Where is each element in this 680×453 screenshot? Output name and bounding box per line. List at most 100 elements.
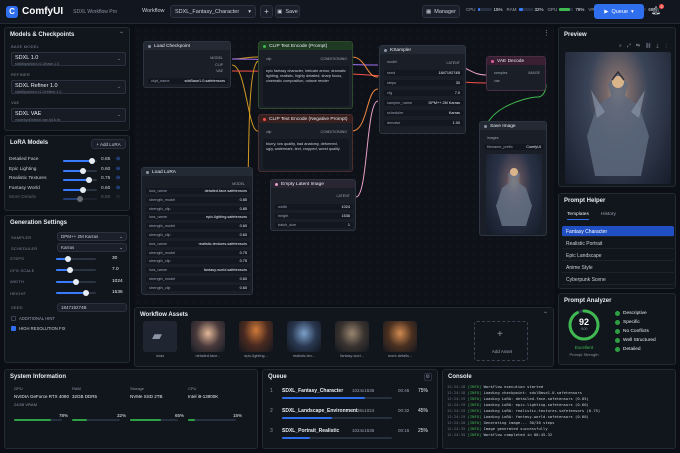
latent-widget-height[interactable]: height 1536 xyxy=(275,213,353,219)
gen-width-slider[interactable] xyxy=(56,278,96,285)
sampler-select[interactable]: DPM++ 2M Karras ⌄ xyxy=(57,232,127,241)
scheduler-select[interactable]: Karras ⌄ xyxy=(57,243,127,252)
slider-thumb[interactable] xyxy=(77,196,83,202)
lora-strength-slider[interactable] xyxy=(63,158,97,164)
asset-thumbnail[interactable] xyxy=(383,321,417,352)
slider-thumb[interactable] xyxy=(80,186,87,193)
compare-icon[interactable]: ⇆ xyxy=(636,43,640,49)
base-model-select[interactable]: SDXL 1.0 stabilityai/sdxl-v1-0/base-1.0 … xyxy=(11,52,126,66)
notifications-button[interactable]: 🔔︎ 2 xyxy=(651,4,665,18)
refiner-select[interactable]: SDXL Refiner 1.0 stabilityai/sdxl-v1-0/r… xyxy=(11,80,126,94)
collapse-icon[interactable]: ⌃ xyxy=(119,31,124,38)
queue-button[interactable]: ▶ Queue ▾ xyxy=(594,4,644,19)
expand-icon[interactable]: ⤢ xyxy=(627,43,631,49)
queue-settings-icon[interactable]: ⚙ xyxy=(423,373,432,381)
template-item[interactable]: Cyberpunk Scene xyxy=(562,274,674,285)
asset-thumbnail[interactable] xyxy=(335,321,369,352)
node-ksampler[interactable]: KSampler LATENT model seed 184719274B steps… xyxy=(379,45,466,134)
ksampler-widget-steps[interactable]: steps 30 xyxy=(384,80,463,86)
slider-thumb[interactable] xyxy=(83,290,89,296)
node-clip-negative[interactable]: CLIP Text Encode (Negative Prompt) clip … xyxy=(258,114,353,172)
template-item[interactable]: Epic Landscape xyxy=(562,250,674,261)
template-item[interactable]: Realistic Portrait xyxy=(562,238,674,249)
lora-item[interactable]: Detailed Face 0.85 ⊖ xyxy=(9,157,123,165)
lora-widget-lora_name[interactable]: lora_name fantasy-world.safetensors xyxy=(146,267,250,274)
asset-thumbnail[interactable] xyxy=(287,321,321,352)
asset-thumbnail[interactable] xyxy=(191,321,225,352)
additional-hint-row[interactable]: ADDITIONAL HINT xyxy=(11,316,55,321)
lora-remove-icon[interactable]: ⊖ xyxy=(116,157,120,162)
node-load-checkpoint[interactable]: Load Checkpoint MODEL CLIP VAE sdxBase1.… xyxy=(143,41,231,88)
add-lora-button[interactable]: + Add LoRA xyxy=(91,139,126,149)
slider-thumb[interactable] xyxy=(67,267,73,273)
lora-widget-strength_model[interactable]: strength_model 0.85 xyxy=(146,196,250,203)
lora-widget-strength_model[interactable]: strength_model 0.60 xyxy=(146,223,250,230)
slider-thumb[interactable] xyxy=(73,278,79,285)
lora-widget-strength_clip[interactable]: strength_clip 0.85 xyxy=(146,205,250,212)
positive-prompt-text[interactable]: epic fantasy character, intricate armor,… xyxy=(263,66,349,106)
queue-item[interactable]: 3 SDXL_Portrait_Realistic 1024x1536 00:15 25… xyxy=(266,426,434,444)
slider-thumb[interactable] xyxy=(80,167,87,174)
hires-checkbox[interactable] xyxy=(11,326,16,331)
lora-remove-icon[interactable]: ⊖ xyxy=(116,195,120,200)
queue-item[interactable]: 1 SDXL_Fantasy_Character 1024x1536 00:45 75% xyxy=(266,386,434,404)
ksampler-widget-cfg[interactable]: cfg 7.0 xyxy=(384,90,463,96)
lora-widget-lora_name[interactable]: lora_name detailed-face.safetensors xyxy=(146,188,250,194)
node-clip-positive[interactable]: CLIP Text Encode (Prompt) clip CONDITION… xyxy=(258,41,353,109)
latent-widget-width[interactable]: width 1024 xyxy=(275,204,353,210)
lora-remove-icon[interactable]: ⊖ xyxy=(116,186,120,191)
node-save-image[interactable]: Save Image images ComfyUI filename_prefix xyxy=(479,121,547,236)
lora-widget-lora_name[interactable]: lora_name realistic-textures.safetensors xyxy=(146,240,250,247)
gen-steps-slider[interactable] xyxy=(56,255,96,262)
lora-widget-strength_clip[interactable]: strength_clip 0.60 xyxy=(146,284,250,291)
slider-thumb[interactable] xyxy=(65,255,71,262)
add-asset-button[interactable]: + Add Asset xyxy=(474,321,528,361)
save-button[interactable]: ▣ Save xyxy=(275,5,300,18)
lora-widget-lora_name[interactable]: lora_name epic-lighting.safetensors xyxy=(146,214,250,221)
zoom-icon[interactable]: ⌕ xyxy=(619,43,622,49)
vae-select[interactable]: SDXL VAE madebyollin/sdxl-vae-fp16-fix ⌄ xyxy=(11,108,126,122)
lora-widget-strength_model[interactable]: strength_model 0.75 xyxy=(146,249,250,256)
lora-strength-slider[interactable] xyxy=(63,186,97,193)
gen-cfg-slider[interactable] xyxy=(56,267,96,273)
ksampler-widget-sampler_name[interactable]: sampler_name DPM++ 2M Karras xyxy=(384,100,463,106)
hint-checkbox[interactable] xyxy=(11,316,16,321)
template-item[interactable]: Fantasy Character xyxy=(562,226,674,237)
more-icon[interactable]: ⋮ xyxy=(664,43,669,49)
slider-thumb[interactable] xyxy=(85,177,92,183)
node-load-lora[interactable]: Load LoRA MODEL CLIP lora_namedetailed-f… xyxy=(141,167,253,295)
workflow-select[interactable]: SDXL_Fantasy_Character ▾ xyxy=(170,5,256,18)
seed-input[interactable]: 184719274B xyxy=(57,303,127,312)
new-workflow-button[interactable]: + xyxy=(260,5,273,18)
lora-remove-icon[interactable]: ⊖ xyxy=(116,167,120,172)
tab-history[interactable]: History xyxy=(601,212,616,217)
collapse-icon[interactable]: ⌃ xyxy=(543,311,548,318)
lora-item[interactable]: Realistic Textures 0.75 ⊖ xyxy=(9,176,123,184)
slider-thumb[interactable] xyxy=(88,158,95,164)
ksampler-widget-denoise[interactable]: denoise 1.00 xyxy=(384,120,463,126)
ksampler-widget-scheduler[interactable]: scheduler Karras xyxy=(384,110,463,116)
lora-remove-icon[interactable]: ⊖ xyxy=(116,176,120,181)
lora-strength-slider[interactable] xyxy=(63,167,97,174)
node-empty-latent[interactable]: Empty Latent Image LATENT width 1024 heigh… xyxy=(270,179,356,231)
lora-strength-slider[interactable] xyxy=(63,196,97,202)
ksampler-widget-seed[interactable]: seed 184719274B xyxy=(384,70,463,76)
preview-image[interactable] xyxy=(565,52,671,184)
gen-height-slider[interactable] xyxy=(56,290,96,296)
lora-widget-strength_model[interactable]: strength_model 0.60 xyxy=(146,276,250,282)
lora-widget-strength_clip[interactable]: strength_clip 0.75 xyxy=(146,258,250,265)
lora-item[interactable]: More Details 0.50 ⊖ xyxy=(9,195,123,203)
node-vae-decode[interactable]: VAE Decode samples vae IMAGE xyxy=(486,56,546,91)
filename-widget[interactable]: ComfyUI filename_prefix xyxy=(484,144,544,150)
folder-asset[interactable]: ▰ xyxy=(143,321,177,352)
download-icon[interactable]: ⤓ xyxy=(656,43,658,49)
template-item[interactable]: Anime Style xyxy=(562,262,674,273)
lora-item[interactable]: Fantasy World 0.60 ⊖ xyxy=(9,186,123,194)
negative-prompt-text[interactable]: blurry, low quality, bad anatomy, deform… xyxy=(263,139,349,169)
ckpt-widget[interactable]: sdxBase1.0.safetensors ckpt_name xyxy=(148,78,228,84)
hires-fix-row[interactable]: HIGH RESOLUTION FIX xyxy=(11,326,66,331)
lora-item[interactable]: Epic Lighting 0.60 ⊖ xyxy=(9,167,123,175)
asset-thumbnail[interactable] xyxy=(239,321,273,352)
queue-item[interactable]: 2 SDXL_Landscape_Environment 1536x1024 00:3… xyxy=(266,406,434,424)
latent-widget-batch_size[interactable]: batch_size 1 xyxy=(275,222,353,228)
